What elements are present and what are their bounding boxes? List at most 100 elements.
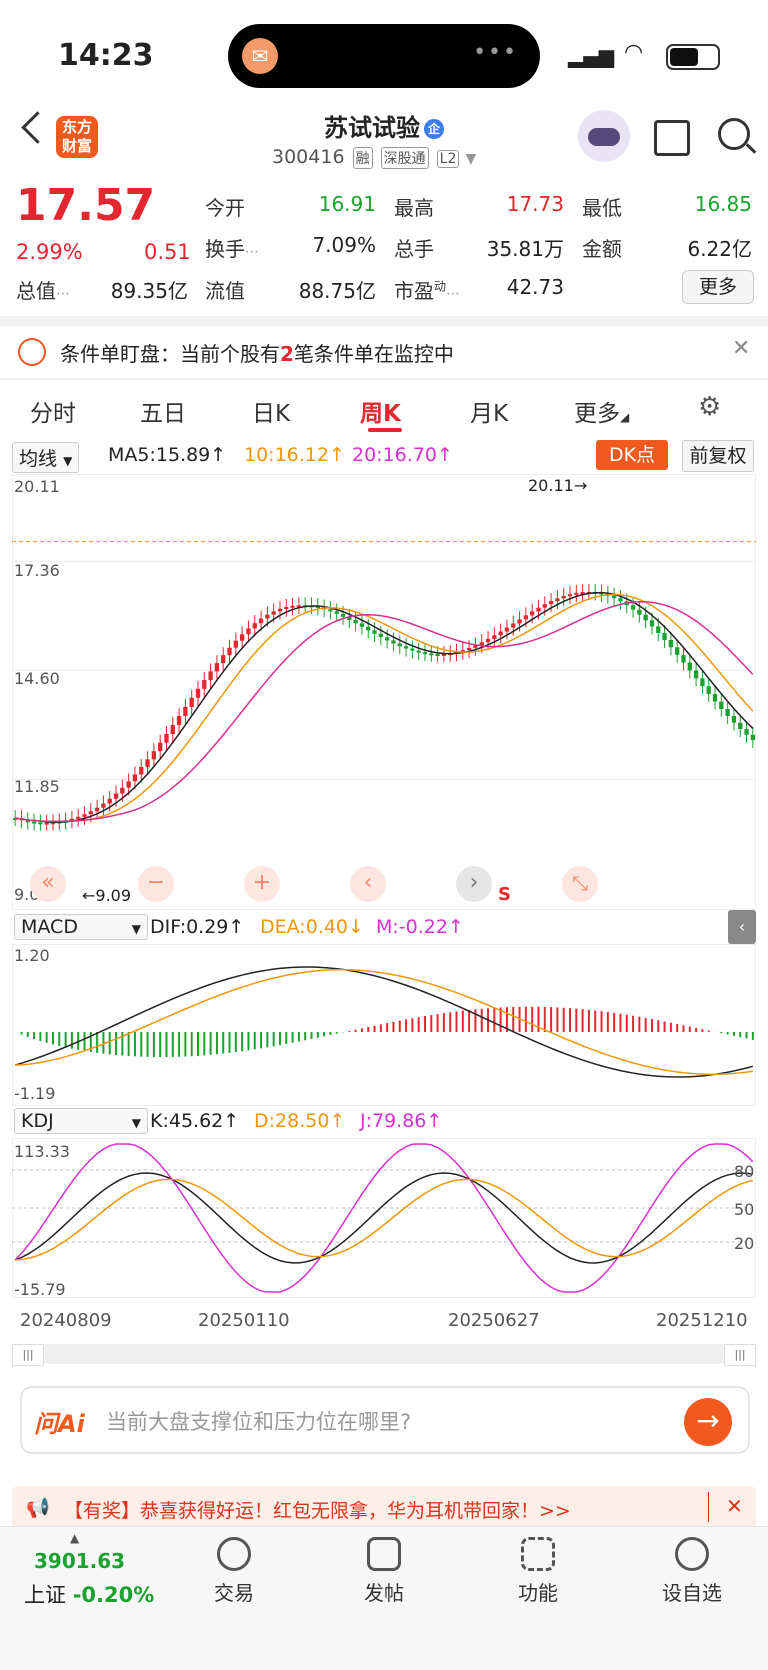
scroll-right-button[interactable]: › [456,866,492,902]
kdj-select[interactable]: KDJ ▼ [14,1108,148,1134]
date-label: 20250110 [198,1310,290,1331]
ai-robot-icon[interactable] [578,110,630,162]
more-circle-icon [675,1537,709,1571]
kline-chart[interactable] [12,474,756,910]
index-value[interactable]: 3901.63 [34,1549,125,1573]
candle-body [214,663,220,672]
candle-body [422,652,428,655]
candle-body [265,614,270,619]
ma5-value: MA5:15.89↑ [108,444,227,466]
label-high: 最高 [394,196,434,220]
candle-body [176,716,182,726]
share-icon[interactable] [654,120,690,156]
edit-icon [367,1537,401,1571]
candle-body [403,646,409,649]
zoom-in-button[interactable]: + [244,866,280,902]
caret-up-icon: ▲ [70,1531,80,1545]
signal-icon: ▂▄▆ [568,44,615,68]
candle-body [416,650,421,653]
ask-ai-logo: 问Ai [34,1410,85,1438]
bottom-nav: ▲ 3901.63 上证 -0.20% 交易 发帖 功能 设自选 [0,1526,768,1670]
candle-body [656,626,661,634]
nav-functions[interactable]: 功能 [500,1537,576,1606]
candle-body [145,759,150,768]
ma-line [15,601,754,823]
close-icon[interactable]: ✕ [726,1494,743,1518]
candle-body [246,628,251,635]
label-turnover: 换手⋯ [205,237,259,261]
candle-body [429,653,434,656]
label-float-cap: 流值 [205,279,245,303]
nav-post[interactable]: 发帖 [346,1537,422,1606]
tab-monthly-k[interactable]: 月K [470,394,508,428]
candle-body [38,822,43,825]
candle-body [511,623,516,628]
ma-indicator-select[interactable]: 均线 ▼ [12,442,80,473]
tab-weekly-k[interactable]: 周K [360,394,401,428]
ask-submit-arrow-icon[interactable]: → [684,1398,732,1446]
chart-frame [12,474,756,910]
fullscreen-icon[interactable]: ⤡ [562,866,598,902]
index-summary[interactable]: 上证 -0.20% [24,1579,154,1609]
collapse-panel-icon[interactable]: ‹ [728,910,756,944]
candle-body [712,693,718,702]
dynamic-island: ✉ ••• [228,24,540,88]
clock-icon [18,338,46,366]
nav-watchlist[interactable]: 设自选 [652,1537,732,1606]
candle-body [574,592,579,595]
forward-adjust-button[interactable]: 前复权 [682,440,754,472]
candle-body [485,638,491,643]
promo-text: 【有奖】恭喜获得好运！红包无限拿，华为耳机带回家！>> [64,1500,571,1522]
candle-body [719,701,724,709]
dk-point-button[interactable]: DK点 [596,440,668,470]
candle-body [151,751,157,760]
kdj-j: J:79.86↑ [360,1110,443,1132]
scroll-start-button[interactable]: « [30,866,66,902]
tab-daily-k[interactable]: 日K [252,394,290,428]
range-handle-right[interactable]: ||| [724,1344,756,1366]
settings-gear-icon[interactable]: ⚙ [698,392,721,422]
value-turnover: 7.09% [312,233,376,257]
range-scrollbar[interactable]: ||| ||| [12,1344,756,1366]
kdj-level-80: 80 [734,1162,755,1181]
promo-divider [708,1492,709,1522]
stock-code: 300416 [272,146,345,168]
y-label-3: 11.85 [14,777,60,796]
more-dots-icon: ••• [473,40,518,65]
candle-body [504,627,510,632]
candle-body [258,618,264,624]
candle-body [744,728,749,735]
macd-y-top: 1.20 [14,946,50,965]
date-label: 20240809 [20,1310,112,1331]
zoom-out-button[interactable]: − [138,866,174,902]
chevron-down-icon[interactable]: ▼ [465,151,476,167]
candle-body [227,647,232,656]
tab-five-day[interactable]: 五日 [140,394,186,428]
candle-body [277,608,283,612]
candle-body [233,640,238,648]
candle-body [410,648,415,651]
nav-trade[interactable]: 交易 [196,1537,272,1606]
value-pe: 42.73 [506,275,564,299]
candle-body [101,803,106,808]
candle-body [252,623,257,629]
condition-order-notice[interactable]: 条件单盯盘：当前个股有2笔条件单在监控中 ✕ [0,328,768,378]
candle-body [271,611,276,615]
candle-body [202,679,207,689]
tab-intraday[interactable]: 分时 [30,394,76,428]
mail-icon: ✉ [242,38,278,74]
promo-banner[interactable]: 📢 【有奖】恭喜获得好运！红包无限拿，华为耳机带回家！>> ✕ [12,1486,756,1530]
search-icon[interactable] [718,118,750,150]
close-icon[interactable]: ✕ [732,336,750,361]
candle-body [113,793,119,799]
scroll-left-button[interactable]: ‹ [350,866,386,902]
label-pe: 市盈动⋯ [394,279,461,303]
macd-select[interactable]: MACD ▼ [14,914,148,940]
y-label-2: 14.60 [14,669,60,688]
y-label-top: 20.11 [14,477,60,496]
range-handle-left[interactable]: ||| [12,1344,44,1366]
tab-more[interactable]: 更多◢ [574,394,629,428]
label-open: 今开 [205,196,245,220]
more-fields-button[interactable]: 更多 [682,270,754,304]
value-volume: 35.81万 [486,237,564,261]
